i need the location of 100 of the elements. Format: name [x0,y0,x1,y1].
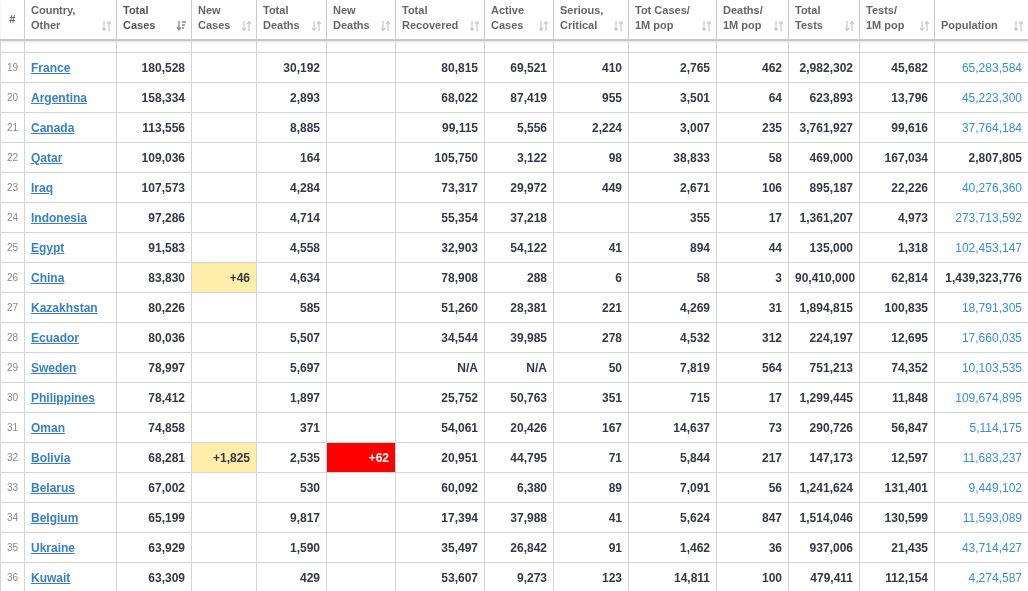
table-cell: 8,885 [289,120,320,135]
table-cell: 4,532 [679,330,710,345]
country-link[interactable]: Oman [31,420,65,435]
table-cell: 1,514,046 [799,510,853,525]
column-header[interactable]: Total Tests [789,0,859,39]
table-cell: 955 [601,90,622,105]
table-cell: 34,544 [441,330,478,345]
country-link[interactable]: Qatar [31,150,63,165]
table-cell: 564 [761,360,782,375]
table-cell: 4,558 [289,240,320,255]
table-cell: 50 [608,360,622,375]
row-number: 22 [6,152,19,163]
row-number: 27 [6,302,19,313]
column-header[interactable]: New Cases [192,0,256,39]
table-cell: 937,006 [809,540,853,555]
column-header[interactable]: Active Cases [485,0,553,39]
column-header[interactable]: Serious, Critical [554,0,628,39]
table-cell: 106 [761,180,782,195]
table-cell: 6,380 [516,480,547,495]
table-cell: 894 [689,240,710,255]
table-cell: 97,286 [148,210,185,225]
table-cell: 60,092 [441,480,478,495]
sort-icon [1014,21,1023,31]
table-cell: 64 [768,90,782,105]
column-header[interactable]: Tests/ 1M pop [860,0,934,39]
table-cell: 89 [608,480,622,495]
column-header[interactable]: Tot Cases/ 1M pop [629,0,716,39]
table-cell: 25,752 [441,390,478,405]
table-cell: 3,122 [516,150,547,165]
table-cell: 99,115 [441,120,478,135]
table-cell: 130,599 [884,510,928,525]
table-cell: 2,893 [289,90,320,105]
row-number: 31 [6,422,19,433]
table-cell: 100 [761,570,782,585]
row-number: 33 [6,482,19,493]
table-cell: 80,815 [441,60,478,75]
table-cell: 112,154 [885,570,928,585]
table-cell: N/A [457,360,478,375]
table-cell: 41 [608,510,622,525]
table-cell: 68,281 [148,450,185,465]
column-header[interactable]: Deaths/ 1M pop [717,0,788,39]
table-cell: 5,697 [289,360,320,375]
table-cell: 28,381 [510,300,547,315]
table-cell: N/A [526,360,547,375]
table-cell: 107,573 [141,180,185,195]
table-cell: 131,401 [884,480,928,495]
table-cell: 5,624 [679,510,710,525]
table-cell: 109,036 [141,150,185,165]
table-cell: 30,192 [283,60,320,75]
column-header[interactable]: Total Deaths [257,0,326,39]
table-cell: 2,765 [679,60,710,75]
country-link[interactable]: China [31,270,65,285]
sort-icon [845,21,854,31]
table-cell: 2,224 [591,120,622,135]
new-cases-cell: +46 [191,262,257,293]
table-cell: 224,197 [809,330,853,345]
table-cell: 180,528 [141,60,185,75]
table-cell: 623,893 [809,90,853,105]
table-cell: 37,988 [510,510,547,525]
column-header[interactable]: Country, Other [25,0,116,39]
country-link[interactable]: Iraq [31,180,53,195]
table-cell: 67,002 [148,480,185,495]
row-number: 35 [6,542,19,553]
row-number: 29 [6,362,19,373]
column-header[interactable]: # [0,0,24,39]
table-cell: 56,847 [891,420,928,435]
table-cell: 32,903 [441,240,478,255]
table-cell: 1,361,207 [799,210,853,225]
table-cell: 9,273 [516,570,547,585]
table-cell: 429 [299,570,320,585]
population-value: 2,807,805 [968,150,1022,165]
table-cell: 371 [299,420,320,435]
table-cell: 78,997 [148,360,185,375]
table-cell: 58 [768,150,782,165]
table-cell: 355 [689,210,710,225]
table-cell: 80,036 [148,330,185,345]
table-cell: 80,226 [148,300,185,315]
table-cell: 29,972 [510,180,547,195]
table-cell: 278 [601,330,622,345]
table-cell: 83,830 [148,270,185,285]
table-cell: 351 [601,390,622,405]
table-cell: 158,334 [141,90,185,105]
table-cell: 17,394 [441,510,478,525]
table-cell: 55,354 [441,210,478,225]
table-cell: 221 [601,300,622,315]
table-cell: 4,634 [289,270,320,285]
table-cell: 2,671 [679,180,710,195]
table-cell: 54,061 [441,420,478,435]
column-header[interactable]: New Deaths [327,0,395,39]
table-cell: 38,833 [673,150,710,165]
column-header[interactable]: Total Cases [117,0,191,39]
table-cell: 462 [761,60,782,75]
table-cell: 895,187 [809,180,853,195]
column-header[interactable]: Population [935,0,1028,39]
row-number: 21 [6,122,19,133]
sort-icon [920,21,929,31]
table-cell: 1,318 [897,240,928,255]
row-number: 20 [6,92,19,103]
country-link[interactable]: Egypt [31,240,65,255]
column-header[interactable]: Total Recovered [396,0,484,39]
